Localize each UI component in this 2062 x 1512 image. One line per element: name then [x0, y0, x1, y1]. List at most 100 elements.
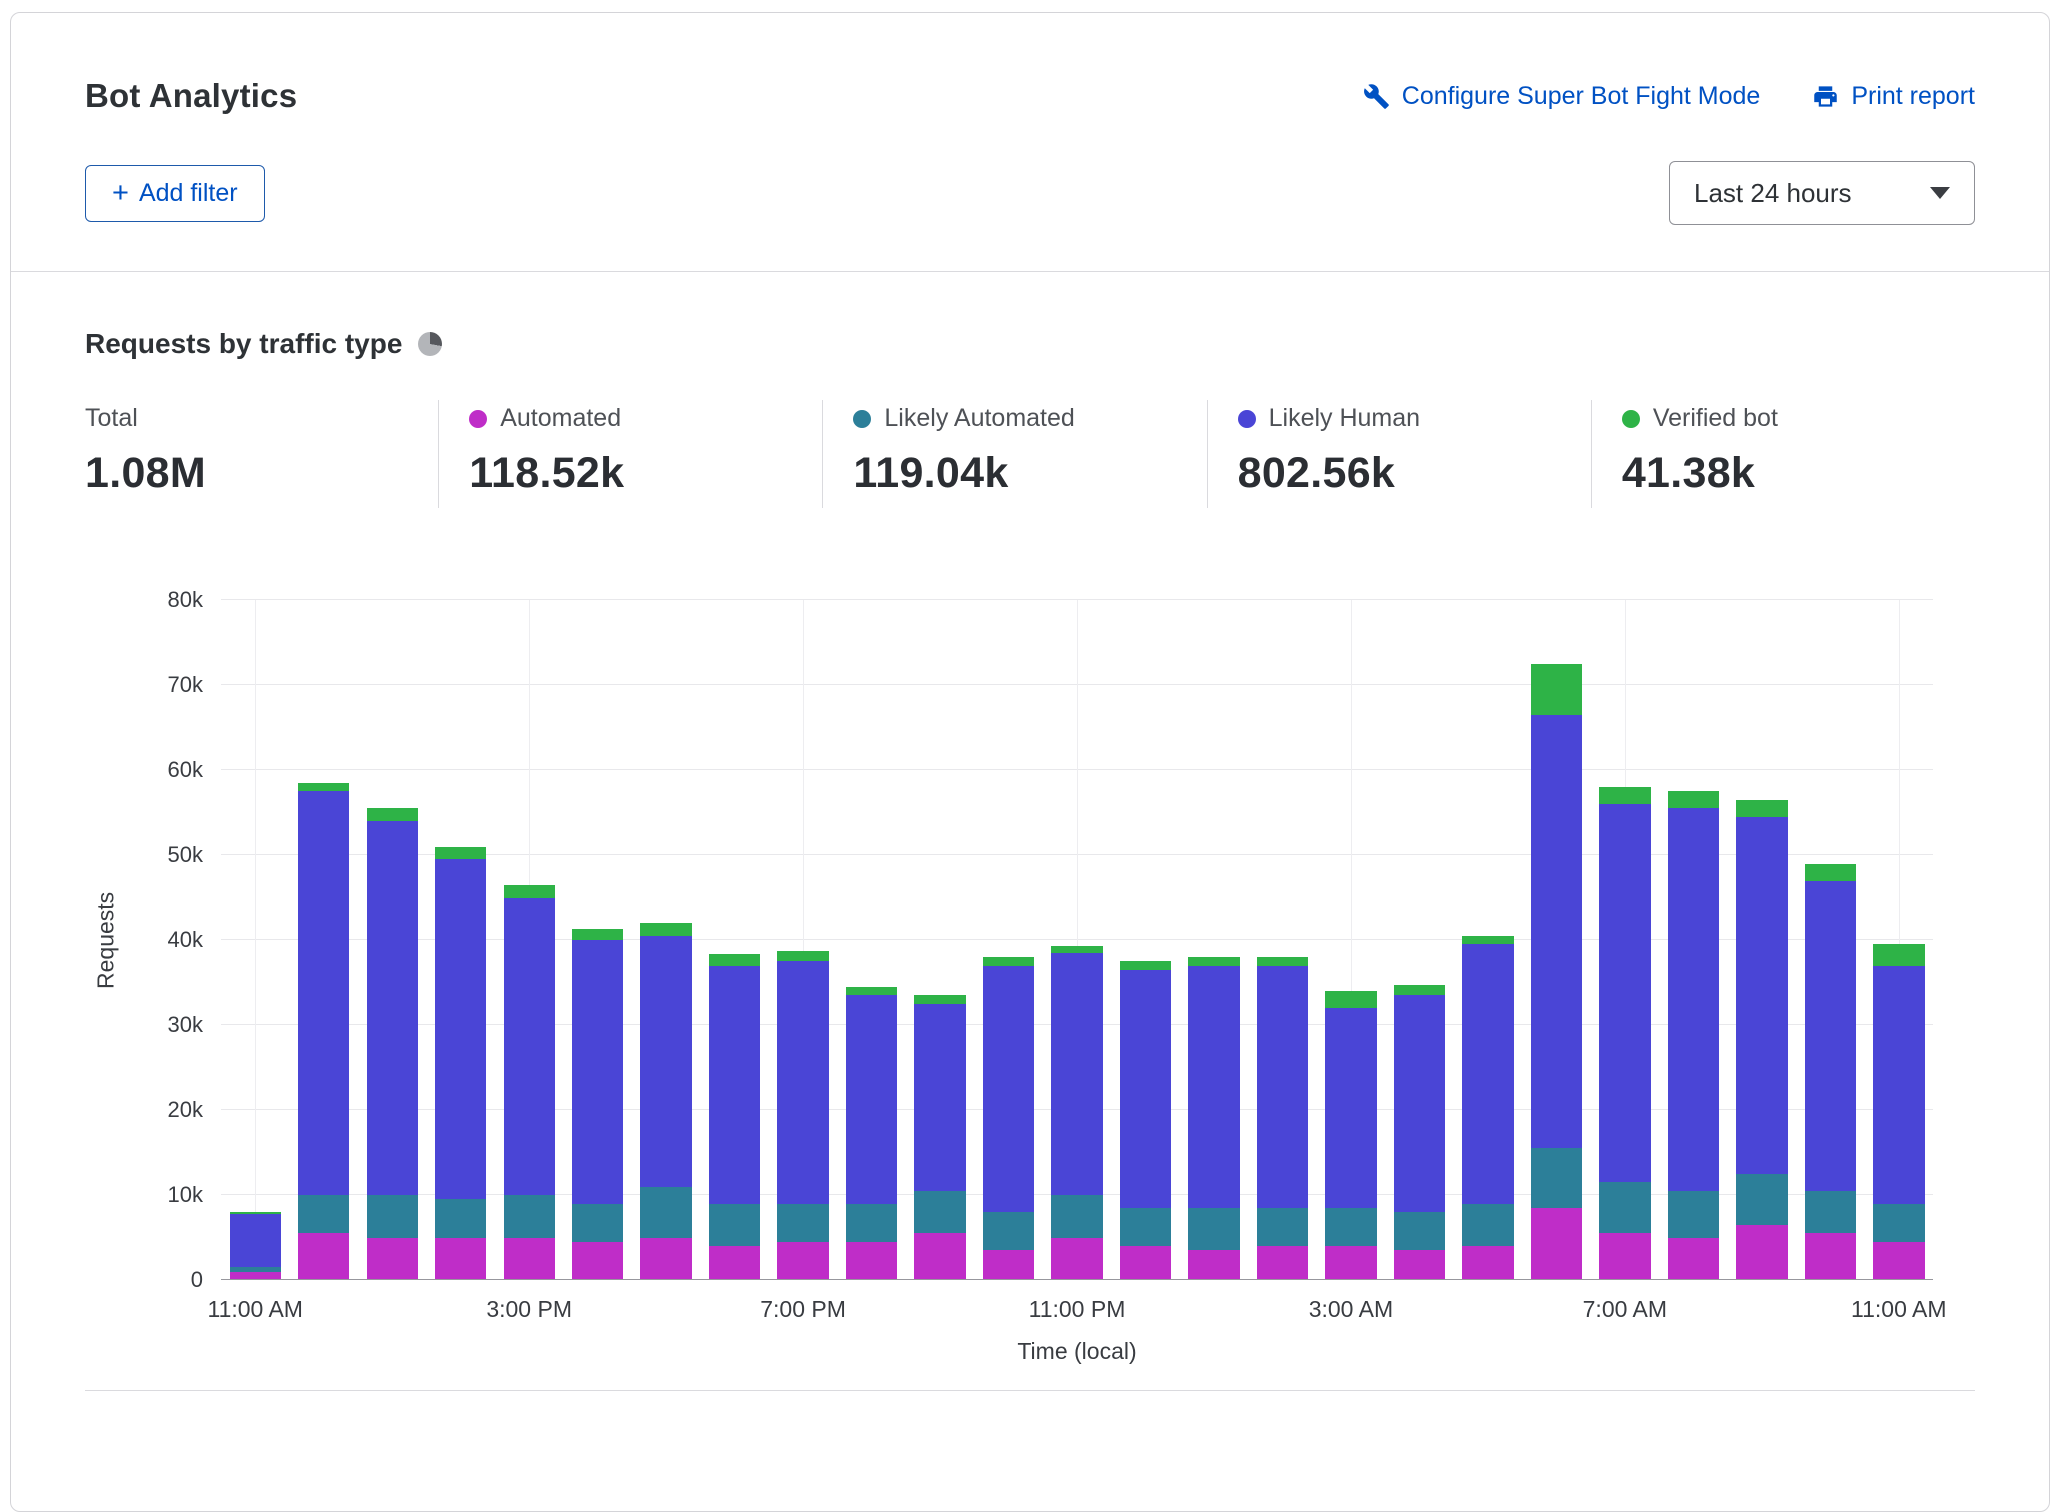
print-report-link[interactable]: Print report	[1812, 82, 1975, 111]
x-tick-label: 3:00 AM	[1309, 1296, 1393, 1323]
bar[interactable]	[230, 600, 281, 1280]
stat-label: Likely Automated	[884, 404, 1074, 433]
bar-segment	[367, 821, 418, 1195]
bar-segment	[435, 1199, 486, 1237]
bar[interactable]	[298, 600, 349, 1280]
bar[interactable]	[914, 600, 965, 1280]
bar[interactable]	[504, 600, 555, 1280]
bar-segment	[914, 1233, 965, 1280]
chart-plot	[221, 600, 1933, 1280]
bar[interactable]	[1736, 600, 1787, 1280]
bar-segment	[572, 1242, 623, 1280]
bar[interactable]	[435, 600, 486, 1280]
bar-segment	[504, 1195, 555, 1238]
header-links: Configure Super Bot Fight Mode Print rep…	[1363, 82, 1975, 111]
pie-chart-icon[interactable]	[418, 332, 442, 356]
bar-segment	[777, 961, 828, 1203]
bar-segment	[1120, 970, 1171, 1208]
bar-slot	[1111, 600, 1179, 1280]
bar-segment	[1462, 936, 1513, 945]
y-tick-label: 30k	[168, 1012, 203, 1038]
bar-segment	[298, 791, 349, 1195]
bar-segment	[1805, 1233, 1856, 1280]
bar-segment	[1325, 1246, 1376, 1280]
bar[interactable]	[709, 600, 760, 1280]
bar-slot	[974, 600, 1042, 1280]
wrench-icon	[1363, 83, 1390, 110]
chevron-down-icon	[1930, 187, 1950, 199]
bar[interactable]	[846, 600, 897, 1280]
section-title: Requests by traffic type	[85, 328, 402, 360]
bar-segment	[1668, 1191, 1719, 1238]
bar-segment	[367, 1195, 418, 1238]
y-tick-label: 70k	[168, 672, 203, 698]
stat-total: Total 1.08M	[85, 400, 438, 508]
bar[interactable]	[983, 600, 1034, 1280]
bar-segment	[846, 987, 897, 996]
bar[interactable]	[1462, 600, 1513, 1280]
bar-segment	[1736, 800, 1787, 817]
bar-segment	[367, 1238, 418, 1281]
bar[interactable]	[1805, 600, 1856, 1280]
bar-segment	[1120, 961, 1171, 970]
bar-slot	[1865, 600, 1933, 1280]
bar-segment	[1531, 664, 1582, 715]
bar[interactable]	[1668, 600, 1719, 1280]
y-axis-title: Requests	[85, 600, 127, 1280]
bar[interactable]	[1873, 600, 1924, 1280]
bar[interactable]	[1599, 600, 1650, 1280]
bar[interactable]	[1531, 600, 1582, 1280]
bar-segment	[1873, 1204, 1924, 1242]
add-filter-button[interactable]: + Add filter	[85, 165, 265, 222]
bar[interactable]	[1051, 600, 1102, 1280]
bar[interactable]	[1120, 600, 1171, 1280]
bar[interactable]	[367, 600, 418, 1280]
bar-segment	[1873, 944, 1924, 965]
bar-segment	[1051, 1238, 1102, 1281]
bar-segment	[1051, 1195, 1102, 1238]
bar-segment	[1257, 1208, 1308, 1246]
y-tick-label: 20k	[168, 1097, 203, 1123]
bar[interactable]	[640, 600, 691, 1280]
bar-segment	[1120, 1246, 1171, 1280]
bars	[221, 600, 1933, 1280]
stat-value: 1.08M	[85, 449, 438, 498]
bar[interactable]	[1325, 600, 1376, 1280]
bar-segment	[1188, 957, 1239, 966]
stat-label: Verified bot	[1653, 404, 1778, 433]
stats-row: Total 1.08M Automated 118.52k Likely Aut…	[85, 400, 1975, 508]
stat-value: 802.56k	[1238, 449, 1591, 498]
bar-slot	[563, 600, 631, 1280]
legend-dot-likely-automated	[853, 410, 871, 428]
x-tick-label: 11:00 AM	[207, 1296, 302, 1323]
bar-segment	[1257, 1246, 1308, 1280]
bar[interactable]	[572, 600, 623, 1280]
bar-slot	[221, 600, 289, 1280]
configure-super-bot-fight-mode-link[interactable]: Configure Super Bot Fight Mode	[1363, 82, 1761, 111]
bar-segment	[1325, 1208, 1376, 1246]
x-axis-title: Time (local)	[221, 1326, 1933, 1376]
time-range-select[interactable]: Last 24 hours	[1669, 161, 1975, 225]
bar-segment	[1736, 817, 1787, 1174]
bar-slot	[1454, 600, 1522, 1280]
bar-segment	[709, 966, 760, 1204]
y-tick-label: 80k	[168, 587, 203, 613]
bar-slot	[495, 600, 563, 1280]
bar-segment	[846, 1204, 897, 1242]
bar[interactable]	[1257, 600, 1308, 1280]
y-tick-label: 10k	[168, 1182, 203, 1208]
bar-segment	[983, 957, 1034, 966]
x-tick-label: 11:00 AM	[1851, 1296, 1946, 1323]
x-tick-label: 7:00 AM	[1583, 1296, 1667, 1323]
bot-analytics-card: Bot Analytics Configure Super Bot Fight …	[10, 12, 2050, 1512]
bar-slot	[1522, 600, 1590, 1280]
bar-segment	[1188, 966, 1239, 1208]
bar[interactable]	[1394, 600, 1445, 1280]
bar-segment	[640, 1187, 691, 1238]
bar[interactable]	[777, 600, 828, 1280]
bar-segment	[709, 954, 760, 965]
bar-segment	[1668, 1238, 1719, 1281]
bar[interactable]	[1188, 600, 1239, 1280]
legend-dot-automated	[469, 410, 487, 428]
bar-segment	[1462, 1246, 1513, 1280]
